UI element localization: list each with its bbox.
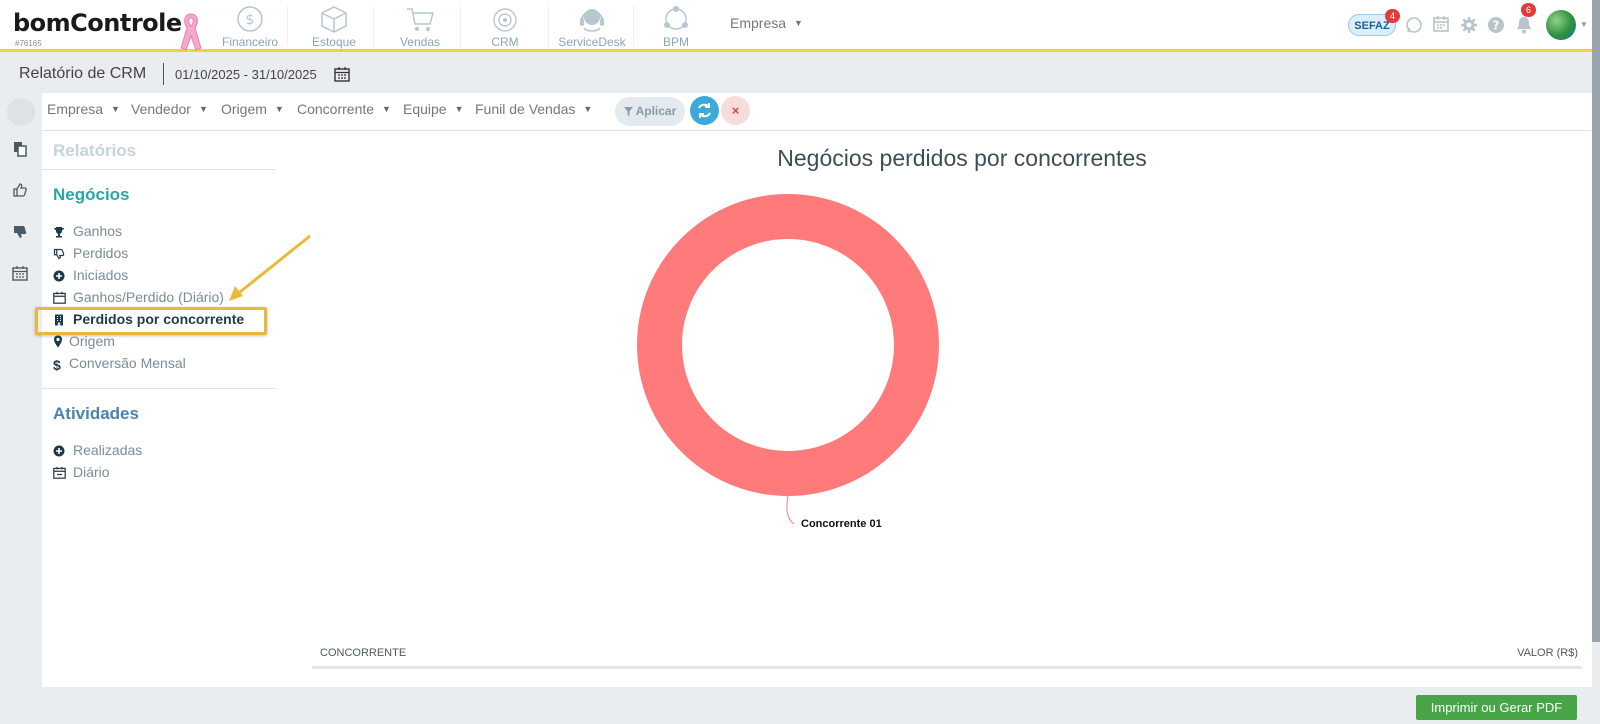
filter-funil-de-vendas[interactable]: Funil de Vendas ▼ <box>475 101 592 117</box>
svg-text:$: $ <box>246 12 255 28</box>
refresh-button[interactable] <box>690 96 719 125</box>
annotation-arrow-icon <box>229 234 311 301</box>
thumbs-down-icon[interactable] <box>12 224 28 240</box>
apply-button[interactable]: Aplicar <box>615 97 685 126</box>
filter-vendedor[interactable]: Vendedor ▼ <box>131 101 208 117</box>
slice-label: Concorrente 01 <box>801 518 882 530</box>
module-label: Financeiro <box>222 35 279 49</box>
filter-label: Equipe <box>403 101 447 117</box>
divider <box>633 6 634 46</box>
cart-icon <box>407 8 434 31</box>
bell-icon[interactable] <box>1515 15 1533 35</box>
top-navbar: bomControle #76165 $ Financeiro Estoque … <box>0 0 1592 52</box>
dollar-circle-icon: $ <box>237 6 263 32</box>
whatsapp-icon[interactable] <box>1405 16 1423 34</box>
copy-icon[interactable] <box>12 141 28 157</box>
donut-slice[interactable] <box>637 194 939 496</box>
filter-bar: Empresa ▼ Vendedor ▼ Origem ▼ Concorrente ▼ … <box>42 93 1592 131</box>
column-header-concorrente[interactable]: CONCORRENTE <box>320 647 406 659</box>
module-estoque[interactable]: Estoque <box>306 2 362 49</box>
filter-icon <box>623 107 633 116</box>
caret-down-icon[interactable]: ▼ <box>1580 20 1588 29</box>
gear-icon[interactable] <box>1460 16 1478 34</box>
network-icon <box>664 6 688 30</box>
thumbs-up-icon[interactable] <box>12 182 28 198</box>
svg-text:?: ? <box>1493 19 1500 33</box>
company-dropdown[interactable]: Empresa ▼ <box>730 15 803 31</box>
caret-down-icon: ▼ <box>794 18 803 28</box>
filter-origem[interactable]: Origem ▼ <box>221 101 284 117</box>
print-pdf-button[interactable]: Imprimir ou Gerar PDF <box>1416 695 1577 720</box>
page-scrollbar[interactable] <box>1592 0 1600 642</box>
report-header: Relatório de CRM 01/10/2025 - 31/10/2025 <box>0 55 1592 93</box>
divider <box>548 6 549 46</box>
module-label: ServiceDesk <box>558 35 626 49</box>
module-financeiro[interactable]: $ Financeiro <box>222 2 279 49</box>
module-label: Estoque <box>311 35 357 49</box>
caret-down-icon: ▼ <box>382 104 391 114</box>
filter-label: Origem <box>221 101 267 117</box>
module-label: BPM <box>662 35 689 49</box>
caret-down-icon: ▼ <box>198 104 208 114</box>
print-pdf-label: Imprimir ou Gerar PDF <box>1430 700 1563 715</box>
filter-concorrente[interactable]: Concorrente ▼ <box>297 101 391 117</box>
sefaz-badge: 4 <box>1385 9 1400 23</box>
filter-label: Vendedor <box>131 101 191 117</box>
notification-badge: 6 <box>1521 3 1536 17</box>
target-icon <box>493 8 517 32</box>
divider <box>373 6 374 46</box>
divider <box>287 6 288 46</box>
filter-label: Empresa <box>47 101 104 117</box>
calendar-icon[interactable] <box>334 66 350 82</box>
calendar-icon[interactable] <box>12 265 28 281</box>
filter-label: Funil de Vendas <box>475 101 576 117</box>
caret-down-icon: ▼ <box>583 104 593 114</box>
divider <box>460 6 461 46</box>
caret-down-icon: ▼ <box>274 104 284 114</box>
apply-button-label: Aplicar <box>635 104 677 118</box>
date-range-display[interactable]: 01/10/2025 - 31/10/2025 <box>175 67 317 82</box>
close-icon: × <box>731 103 740 118</box>
filter-empresa[interactable]: Empresa ▼ <box>47 101 120 117</box>
module-bpm[interactable]: BPM <box>648 2 704 49</box>
user-avatar[interactable] <box>1546 10 1576 40</box>
module-label: Vendas <box>399 35 441 49</box>
brand-logo[interactable]: bomControle #76165 <box>13 9 182 48</box>
module-servicedesk[interactable]: ServiceDesk <box>558 2 626 49</box>
left-rail <box>0 93 42 693</box>
awareness-ribbon-icon <box>180 13 202 51</box>
donut-chart: Concorrente 01 <box>637 194 939 530</box>
calendar-icon[interactable] <box>1432 15 1450 33</box>
column-header-valor[interactable]: VALOR (R$) <box>1517 647 1578 659</box>
caret-down-icon: ▼ <box>111 104 120 114</box>
company-dropdown-label: Empresa <box>730 15 787 31</box>
collapse-toggle[interactable] <box>7 98 35 126</box>
caret-down-icon: ▼ <box>454 104 464 114</box>
main-panel: Relatórios Negócios Ganhos Perdidos Inic… <box>35 131 1592 687</box>
filter-label: Concorrente <box>297 101 375 117</box>
divider <box>163 63 164 85</box>
sefaz-label: SEFAZ <box>1354 20 1390 32</box>
module-crm[interactable]: CRM <box>477 2 533 49</box>
module-vendas[interactable]: Vendas <box>392 2 448 49</box>
module-label: CRM <box>491 35 519 49</box>
label-leader-line <box>786 495 795 525</box>
filter-equipe[interactable]: Equipe ▼ <box>403 101 464 117</box>
page-title: Relatório de CRM <box>19 65 147 82</box>
brand-name: bomControle <box>13 9 182 37</box>
clear-filters-button[interactable]: × <box>721 96 750 125</box>
table-header: CONCORRENTE VALOR (R$) <box>312 639 1582 669</box>
help-icon[interactable]: ? <box>1487 16 1505 34</box>
headset-icon <box>580 9 604 32</box>
box-icon <box>321 6 347 33</box>
account-code: #76165 <box>15 39 42 48</box>
refresh-icon <box>698 103 711 118</box>
